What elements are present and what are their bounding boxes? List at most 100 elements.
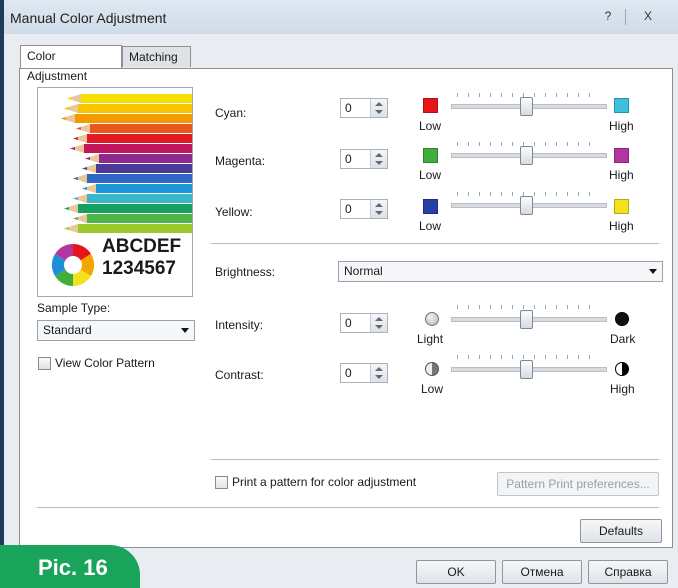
pencil-body — [78, 204, 192, 213]
contrast-value: 0 — [345, 366, 352, 380]
pencil-lead — [64, 227, 69, 230]
tab-color-adjustment[interactable]: Color Adjustment — [20, 45, 122, 83]
yellow-slider-thumb[interactable] — [520, 196, 533, 215]
contrast-spinner[interactable]: 0 — [340, 363, 388, 383]
arrow-up-icon — [375, 367, 383, 371]
pencil-lead — [64, 207, 69, 210]
intensity-light-label: Light — [417, 332, 444, 346]
contrast-low-label: Low — [421, 382, 444, 396]
title-bar: Manual Color Adjustment ? X — [4, 0, 678, 34]
cyan-high-label: High — [609, 119, 634, 133]
divider — [211, 243, 659, 244]
arrow-up-icon — [375, 317, 383, 321]
close-icon[interactable]: X — [634, 7, 662, 25]
pencil-body — [78, 104, 192, 113]
print-pattern-checkbox[interactable] — [215, 476, 228, 489]
caption-text: Pic. 16 — [38, 555, 108, 580]
tab-panel: ABCDEF 1234567 Sample Type: Standard Vie… — [19, 68, 673, 548]
brightness-dropdown[interactable]: Normal — [338, 261, 663, 282]
high-contrast-icon — [615, 362, 629, 376]
spinner-buttons[interactable] — [370, 314, 387, 332]
arrow-down-icon — [375, 110, 383, 114]
yellow-high-label: High — [609, 219, 634, 233]
preview-letters: ABCDEF — [102, 236, 182, 257]
view-color-pattern-label: View Color Pattern — [55, 356, 155, 370]
divider — [37, 507, 659, 508]
tab-matching[interactable]: Matching — [122, 46, 191, 67]
pencil-body — [90, 124, 192, 133]
magenta-swatch-icon — [614, 148, 629, 163]
arrow-down-icon — [375, 161, 383, 165]
magenta-low-label: Low — [419, 168, 442, 182]
magenta-slider-thumb[interactable] — [520, 146, 533, 165]
pencil-lead — [82, 187, 87, 190]
view-color-pattern-checkbox[interactable] — [38, 357, 51, 370]
ok-button[interactable]: OK — [416, 560, 496, 584]
pencil-body — [75, 114, 192, 123]
light-circle-icon — [425, 312, 439, 326]
cyan-value: 0 — [345, 101, 352, 115]
intensity-slider-ticks — [457, 305, 598, 309]
pattern-print-preferences-button[interactable]: Pattern Print preferences... — [497, 472, 659, 496]
contrast-label: Contrast: — [215, 368, 264, 382]
titlebar-separator — [625, 9, 626, 25]
help-button[interactable]: Справка — [588, 560, 668, 584]
magenta-high-label: High — [609, 168, 634, 182]
cyan-label: Cyan: — [215, 106, 247, 120]
pencil-lead — [73, 177, 78, 180]
magenta-label: Magenta: — [215, 154, 266, 168]
preview-digits: 1234567 — [102, 258, 176, 279]
help-icon[interactable]: ? — [594, 7, 622, 25]
pencil-body — [99, 154, 192, 163]
sample-preview: ABCDEF 1234567 — [37, 87, 193, 297]
red-swatch-icon — [423, 98, 438, 113]
pencil-lead — [61, 117, 66, 120]
brightness-value: Normal — [344, 264, 383, 278]
sample-type-dropdown[interactable]: Standard — [37, 320, 195, 341]
yellow-low-label: Low — [419, 219, 442, 233]
cyan-slider-thumb[interactable] — [520, 97, 533, 116]
contrast-slider-thumb[interactable] — [520, 360, 533, 379]
pencil-body — [78, 224, 192, 233]
pencil-lead — [70, 147, 75, 150]
intensity-slider-thumb[interactable] — [520, 310, 533, 329]
chevron-down-icon — [649, 269, 657, 274]
spinner-buttons[interactable] — [370, 99, 387, 117]
dialog-window: Manual Color Adjustment ? X Color Adjust… — [4, 0, 678, 588]
sample-type-value: Standard — [43, 323, 92, 337]
pencil-body — [84, 144, 192, 153]
pencil-lead — [73, 217, 78, 220]
arrow-up-icon — [375, 203, 383, 207]
blue-swatch-icon — [423, 199, 438, 214]
spinner-buttons[interactable] — [370, 364, 387, 382]
pencil-body — [87, 194, 192, 203]
defaults-button[interactable]: Defaults — [580, 519, 662, 543]
spinner-buttons[interactable] — [370, 150, 387, 168]
cancel-button[interactable]: Отмена — [502, 560, 582, 584]
yellow-swatch-icon — [614, 199, 629, 214]
magenta-spinner[interactable]: 0 — [340, 149, 388, 169]
cyan-low-label: Low — [419, 119, 442, 133]
contrast-high-label: High — [610, 382, 635, 396]
preview-text: ABCDEF 1234567 — [102, 236, 181, 280]
pencil-body — [96, 164, 192, 173]
intensity-dark-label: Dark — [610, 332, 636, 346]
pencil-lead — [67, 97, 72, 100]
arrow-down-icon — [375, 211, 383, 215]
spinner-buttons[interactable] — [370, 200, 387, 218]
intensity-label: Intensity: — [215, 318, 264, 332]
pencil-lead — [85, 157, 90, 160]
arrow-down-icon — [375, 375, 383, 379]
contrast-slider-ticks — [457, 355, 598, 359]
pencil-lead — [64, 107, 69, 110]
magenta-value: 0 — [345, 152, 352, 166]
sample-type-label: Sample Type: — [37, 301, 111, 315]
color-wheel-icon — [51, 243, 95, 287]
cyan-spinner[interactable]: 0 — [340, 98, 388, 118]
intensity-value: 0 — [345, 316, 352, 330]
intensity-spinner[interactable]: 0 — [340, 313, 388, 333]
yellow-spinner[interactable]: 0 — [340, 199, 388, 219]
chevron-down-icon — [181, 328, 189, 333]
pencil-lead — [76, 127, 81, 130]
dark-circle-icon — [615, 312, 629, 326]
